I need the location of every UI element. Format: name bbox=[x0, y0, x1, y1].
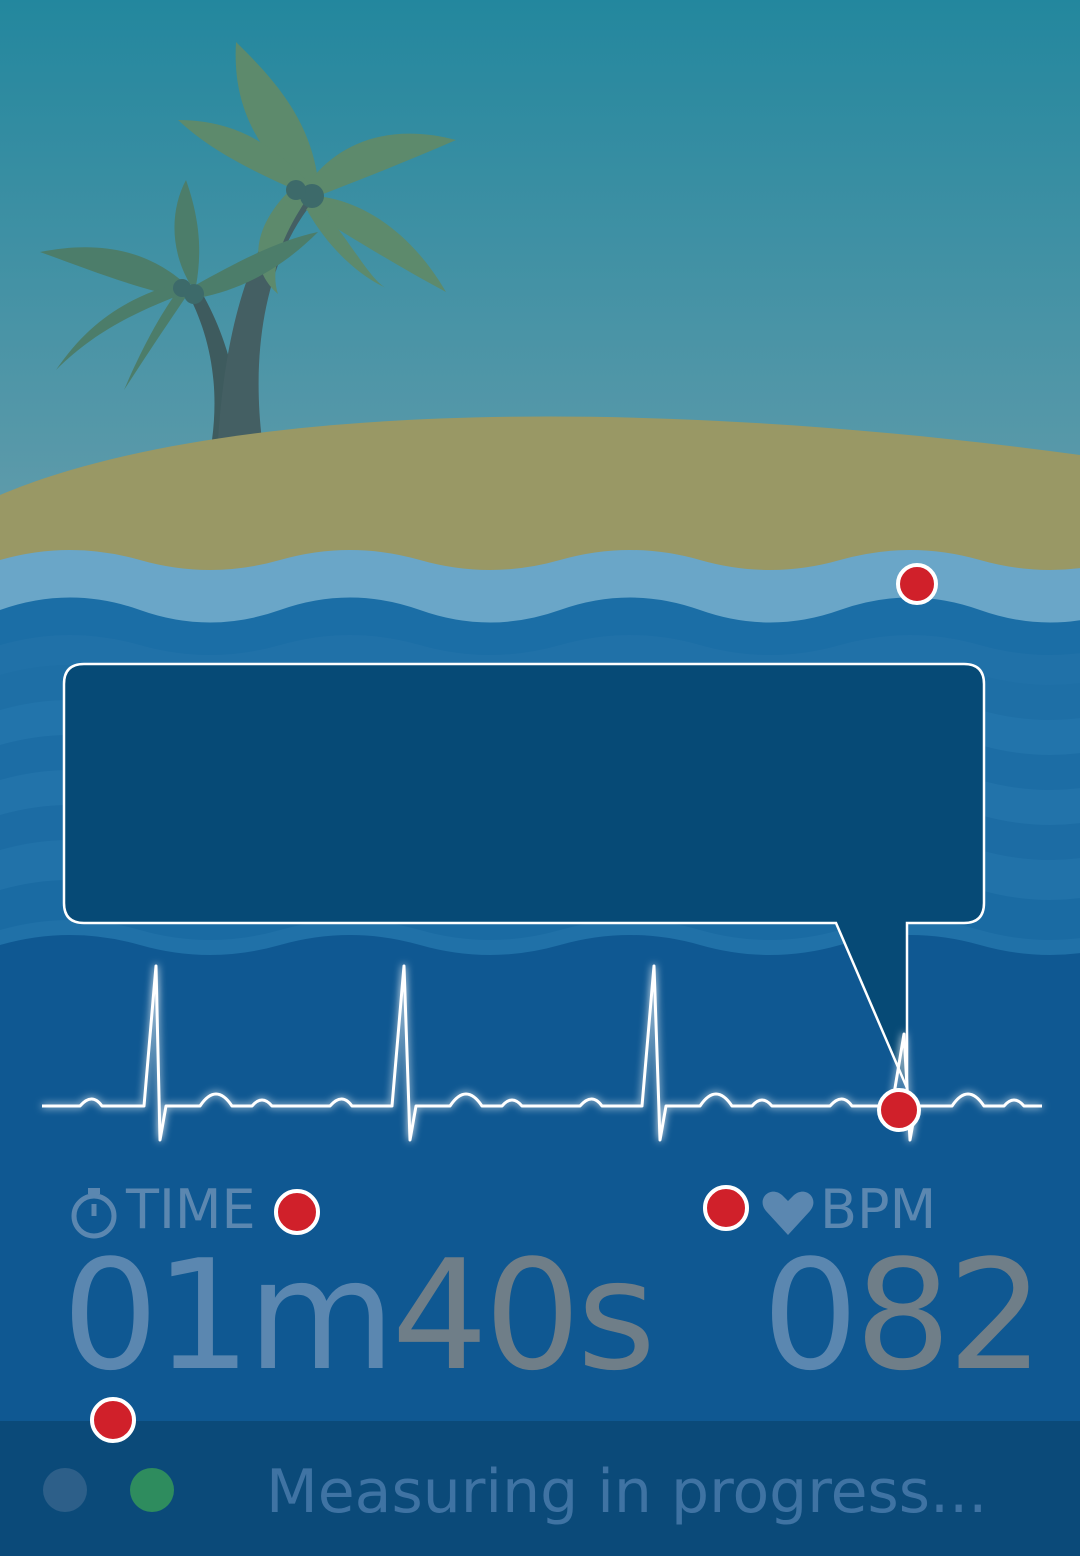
status-message: Measuring in progress... bbox=[266, 1457, 988, 1527]
time-value-minutes: 01m bbox=[62, 1227, 395, 1404]
hotspot-marker[interactable] bbox=[274, 1189, 320, 1235]
hotspot-marker[interactable] bbox=[90, 1397, 136, 1443]
bpm-value-main: 82 bbox=[854, 1227, 1044, 1404]
bpm-value-lead: 0 bbox=[762, 1227, 859, 1404]
elapsed-time-value: 01m40s bbox=[62, 1236, 656, 1396]
heart-rate-value: 082 bbox=[762, 1236, 1044, 1396]
hotspot-marker[interactable] bbox=[703, 1185, 749, 1231]
status-indicator-inactive bbox=[43, 1468, 87, 1512]
status-indicator-active bbox=[130, 1468, 174, 1512]
time-value-seconds: 40s bbox=[391, 1227, 656, 1404]
hotspot-marker[interactable] bbox=[896, 563, 938, 605]
hotspot-marker[interactable] bbox=[877, 1088, 921, 1132]
